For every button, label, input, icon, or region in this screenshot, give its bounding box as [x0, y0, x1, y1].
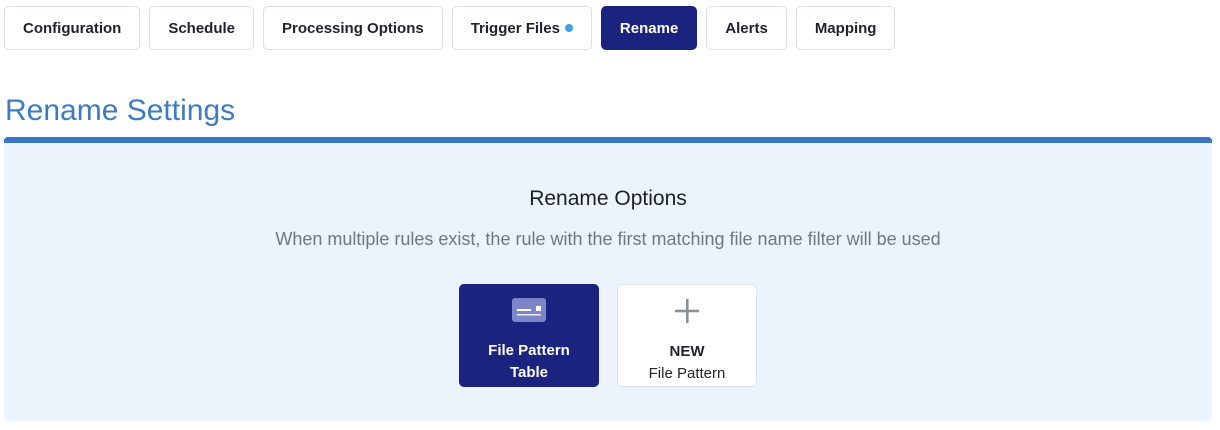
tab-configuration[interactable]: Configuration	[4, 6, 141, 50]
plus-icon	[674, 298, 700, 324]
file-pattern-table-button[interactable]: File Pattern Table	[459, 284, 599, 387]
tab-label: Mapping	[814, 19, 877, 37]
tab-label: Schedule	[168, 19, 236, 37]
card-label-line1: File Pattern	[488, 342, 570, 359]
rename-option-cards: File Pattern Table NEW File Pattern	[459, 284, 757, 387]
card-table-icon	[512, 297, 546, 323]
tab-label: Trigger Files	[470, 19, 560, 37]
rename-options-panel: Rename Options When multiple rules exist…	[4, 137, 1212, 421]
tab-trigger-files[interactable]: Trigger Files	[451, 6, 592, 50]
tab-alerts[interactable]: Alerts	[706, 6, 787, 50]
card-label: NEW File Pattern	[649, 341, 726, 385]
tab-schedule[interactable]: Schedule	[149, 6, 255, 50]
tab-label: Alerts	[725, 19, 768, 37]
card-label-line1: NEW	[669, 343, 705, 360]
tab-mapping[interactable]: Mapping	[795, 6, 896, 50]
card-label-line2: Table	[509, 364, 549, 381]
panel-title: Rename Options	[529, 187, 687, 210]
panel-description: When multiple rules exist, the rule with…	[275, 229, 941, 249]
page-title: Rename Settings	[5, 94, 236, 127]
status-dot-icon	[564, 24, 573, 32]
new-file-pattern-button[interactable]: NEW File Pattern	[617, 284, 757, 387]
card-label-line2: File Pattern	[648, 365, 726, 382]
tab-label: Configuration	[23, 19, 122, 37]
tab-processing-options[interactable]: Processing Options	[263, 6, 443, 50]
card-label: File Pattern Table	[488, 340, 570, 384]
tab-label: Rename	[619, 19, 679, 37]
tab-rename[interactable]: Rename	[600, 6, 698, 50]
tab-label: Processing Options	[282, 19, 424, 37]
tab-bar: Configuration Schedule Processing Option…	[4, 6, 896, 50]
